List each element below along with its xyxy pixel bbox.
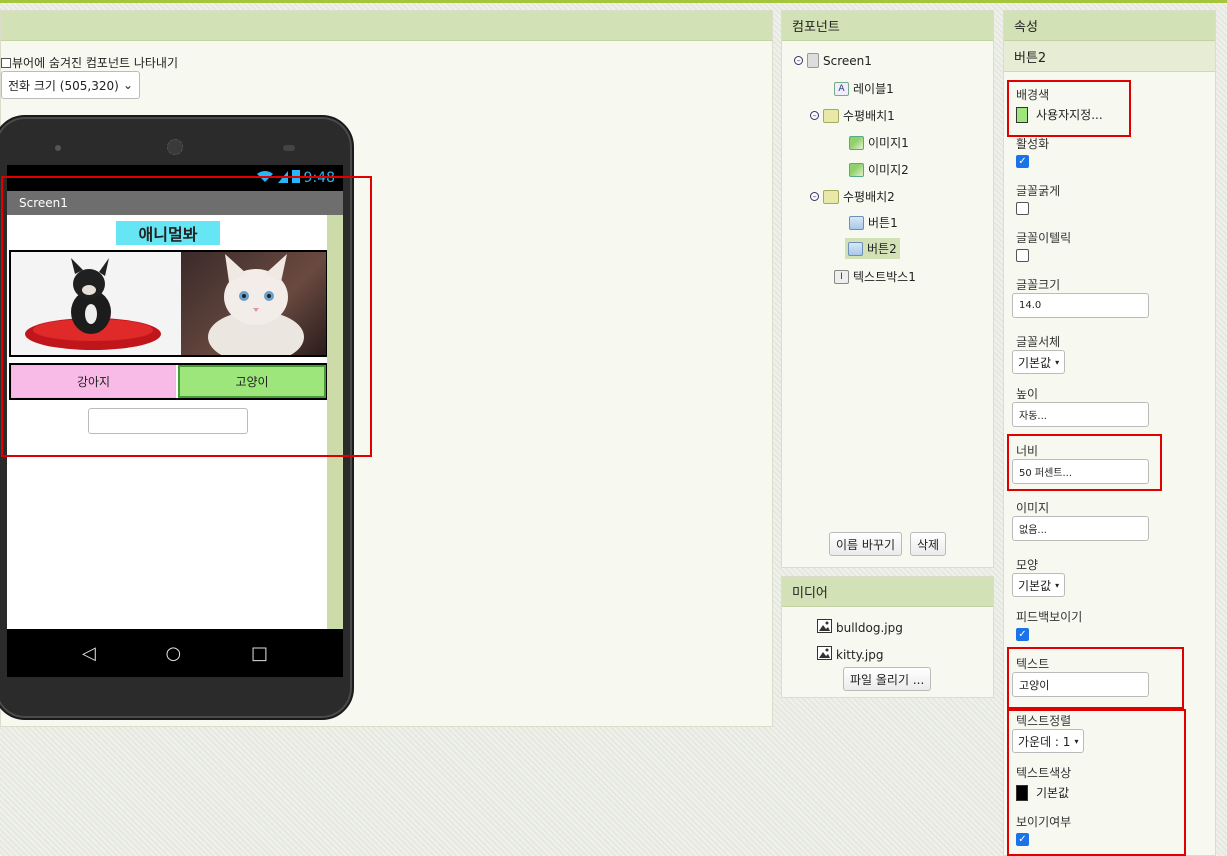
highlight-bg-color [1007,80,1131,137]
properties-header: 속성 [1004,11,1215,41]
media-file-bulldog[interactable]: bulldog.jpg [817,619,903,636]
tree-item-image1[interactable]: 이미지1 [849,134,909,151]
tree-label: 이미지2 [868,163,909,177]
tree-label: 버튼1 [868,216,898,230]
back-icon[interactable]: ◁ [82,643,96,664]
tree-item-textbox1[interactable]: I 텍스트박스1 [834,268,916,285]
image-icon [849,135,864,150]
enabled-checkbox[interactable]: ✓ [1016,155,1029,168]
bold-label: 글꼴굵게 [1016,184,1061,198]
horizontal-arrangement-icon [823,189,839,204]
tree-item-screen1[interactable]: – Screen1 [794,53,872,68]
camera-dot [55,145,61,151]
tree-item-button2[interactable]: 버튼2 [845,238,900,259]
font-face-value: 기본값 [1018,355,1052,370]
highlight-text-style [1007,709,1186,856]
highlight-text [1007,647,1184,709]
delete-button[interactable]: 삭제 [910,532,947,556]
bold-checkbox[interactable] [1016,202,1029,215]
selected-component-bar: 버튼2 [1004,41,1215,72]
shape-value: 기본값 [1018,578,1052,593]
tree-item-harrangement1[interactable]: – 수평배치1 [810,107,895,124]
speaker-icon [167,139,183,155]
picture-icon [817,646,832,663]
collapse-icon[interactable]: – [810,111,819,120]
tree-label: Screen1 [823,53,872,68]
tree-label: 이미지1 [868,136,909,150]
tree-label: 수평배치2 [843,190,895,204]
show-hidden-checkbox[interactable] [1,57,11,68]
tree-item-button1[interactable]: 버튼1 [849,214,898,231]
highlight-app-area [1,176,372,457]
collapse-icon[interactable]: – [794,56,803,65]
font-face-select[interactable]: 기본값 ▾ [1012,350,1066,374]
dropdown-arrow-icon: ▾ [1055,580,1060,590]
phone-size-select[interactable]: 전화 크기 (505,320) ⌄ [1,71,140,99]
media-file-kitty[interactable]: kitty.jpg [817,646,883,663]
font-size-label: 글꼴크기 [1016,278,1061,292]
image-label: 이미지 [1016,501,1050,515]
tree-item-image2[interactable]: 이미지2 [849,161,909,178]
feedback-checkbox[interactable]: ✓ [1016,628,1029,641]
height-label: 높이 [1016,387,1039,401]
media-file-name: bulldog.jpg [836,620,903,635]
textbox-icon: I [834,269,849,284]
viewer-header [1,11,772,41]
home-icon[interactable]: ○ [166,643,182,664]
components-title: 컴포넌트 [792,20,840,35]
components-header: 컴포넌트 [782,11,993,41]
feedback-label: 피드백보이기 [1016,610,1083,624]
phone-size-value: 전화 크기 (505,320) [8,78,119,93]
highlight-width [1007,434,1162,491]
image-input[interactable]: 없음... [1012,516,1149,541]
enabled-label: 활성화 [1016,137,1050,151]
collapse-icon[interactable]: – [810,192,819,201]
tree-label: 텍스트박스1 [853,270,916,284]
media-header: 미디어 [782,577,993,607]
phone-nav-bar: ◁ ○ □ [7,629,343,677]
tree-label: 레이블1 [853,82,894,96]
shape-label: 모양 [1016,558,1039,572]
italic-label: 글꼴이텔릭 [1016,231,1072,245]
italic-checkbox[interactable] [1016,249,1029,262]
tree-item-harrangement2[interactable]: – 수평배치2 [810,188,895,205]
button-icon [848,241,863,256]
shape-select[interactable]: 기본값 ▾ [1012,573,1066,597]
tree-label: 수평배치1 [843,109,895,123]
top-accent-line [0,0,1227,3]
dropdown-arrow-icon: ▾ [1055,357,1060,367]
height-input[interactable]: 자동... [1012,402,1149,427]
sensor-dot [283,145,295,151]
chevron-down-icon: ⌄ [122,78,133,92]
tree-label: 버튼2 [867,242,897,256]
upload-file-button[interactable]: 파일 올리기 ... [843,667,932,691]
media-file-name: kitty.jpg [836,647,884,662]
label-icon: A [834,81,849,96]
media-title: 미디어 [792,586,828,601]
horizontal-arrangement-icon [823,108,839,123]
rename-button[interactable]: 이름 바꾸기 [829,532,903,556]
image-icon [849,162,864,177]
properties-title: 속성 [1014,20,1038,35]
recent-apps-icon[interactable]: □ [251,643,268,664]
button-icon [849,215,864,230]
show-hidden-label: 뷰어에 숨겨진 컴포넌트 나타내기 [12,56,179,70]
tree-item-label1[interactable]: A 레이블1 [834,80,894,97]
font-face-label: 글꼴서체 [1016,335,1061,349]
font-size-input[interactable]: 14.0 [1012,293,1149,318]
selected-component-name: 버튼2 [1014,50,1047,66]
picture-icon [817,619,832,636]
show-hidden-row[interactable]: 뷰어에 숨겨진 컴포넌트 나타내기 [1,54,178,71]
screen-icon [807,53,819,68]
